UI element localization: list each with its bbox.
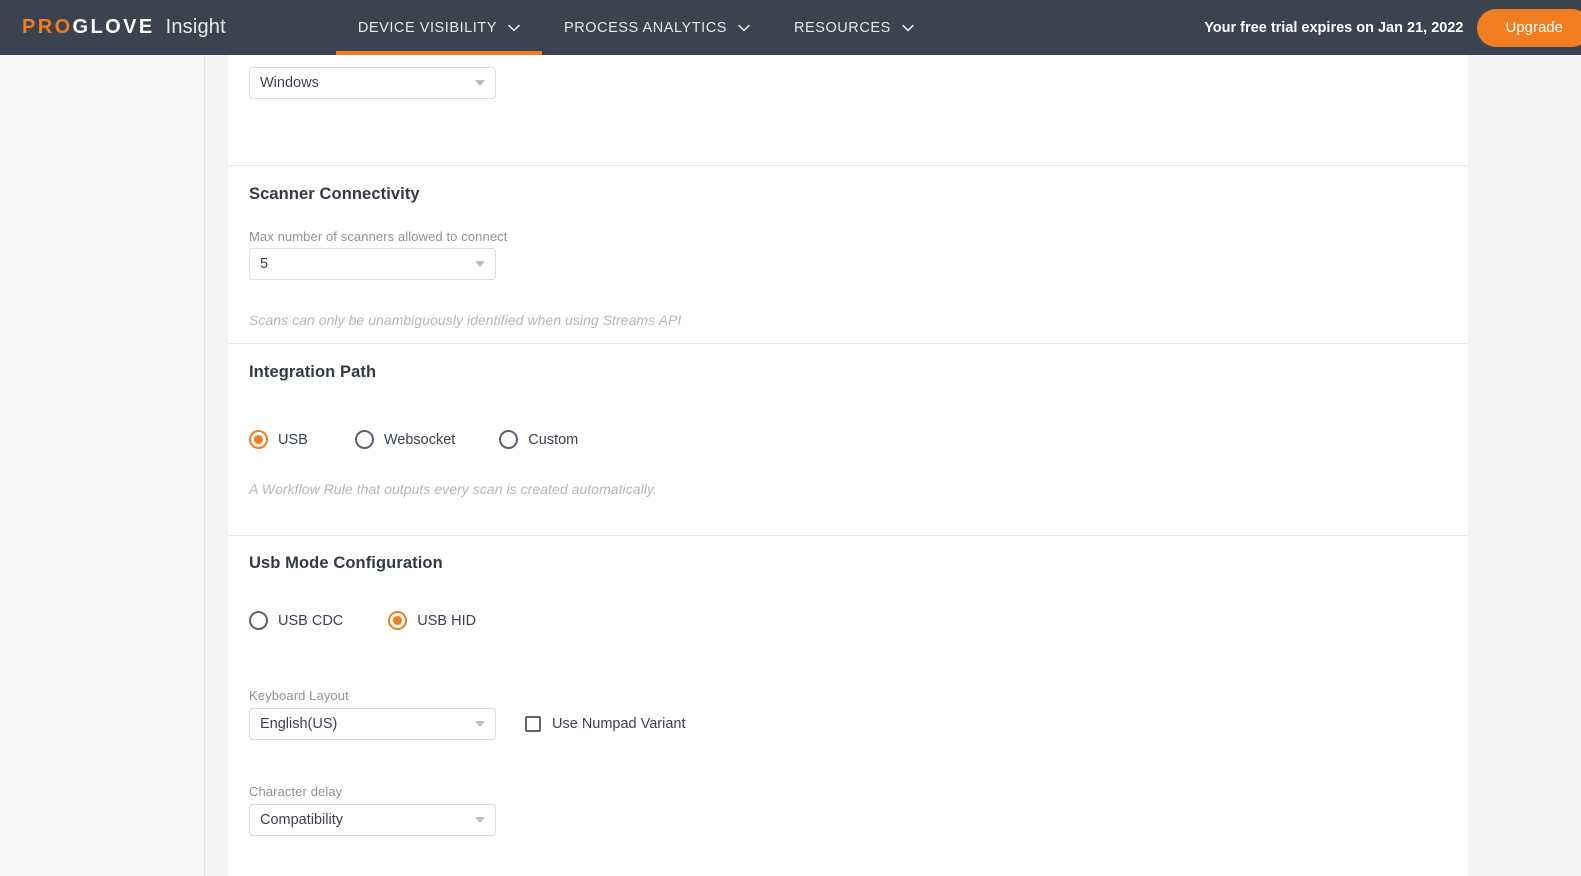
section-usb-mode-configuration: Usb Mode Configuration USB CDC USB HID K… bbox=[228, 535, 1468, 876]
integration-path-hint: A Workflow Rule that outputs every scan … bbox=[249, 481, 657, 497]
radio-option-websocket[interactable]: Websocket bbox=[354, 430, 456, 449]
radio-label: Custom bbox=[528, 431, 579, 448]
scanner-connectivity-hint: Scans can only be unambiguously identifi… bbox=[249, 312, 682, 328]
radio-label: Websocket bbox=[383, 431, 456, 448]
character-delay-label: Character delay bbox=[249, 784, 343, 799]
chevron-down-icon bbox=[508, 20, 520, 36]
radio-option-usb-cdc[interactable]: USB CDC bbox=[249, 611, 343, 630]
nav-item-label: PROCESS ANALYTICS bbox=[563, 19, 727, 36]
chevron-down-icon bbox=[738, 20, 750, 36]
max-scanners-select-value: 5 bbox=[260, 256, 269, 272]
radio-label: USB CDC bbox=[278, 612, 344, 629]
chevron-down-glyph bbox=[508, 24, 520, 31]
brand-logo[interactable]: PRO GLOVE Insight bbox=[22, 16, 226, 39]
use-numpad-variant-checkbox[interactable]: Use Numpad Variant bbox=[525, 716, 686, 732]
max-scanners-select[interactable]: 5 bbox=[249, 248, 496, 280]
upgrade-button[interactable]: Upgrade bbox=[1477, 8, 1581, 47]
radio-mark-icon bbox=[249, 430, 268, 449]
chevron-down-icon bbox=[475, 817, 485, 823]
primary-nav: DEVICE VISIBILITY PROCESS ANALYTICS RESO… bbox=[335, 0, 936, 55]
platform-select-value: Windows bbox=[260, 75, 319, 91]
topnav-right-group: Your free trial expires on Jan 21, 2022 … bbox=[1204, 8, 1581, 47]
radio-label: USB HID bbox=[417, 612, 477, 629]
character-delay-select-value: Compatibility bbox=[260, 812, 343, 828]
radio-option-usb-hid[interactable]: USB HID bbox=[388, 611, 476, 630]
chevron-down-icon bbox=[475, 721, 485, 727]
settings-card: Windows Scanner Connectivity Max number … bbox=[228, 55, 1468, 876]
radio-mark-icon bbox=[249, 611, 268, 630]
nav-item-process-analytics[interactable]: PROCESS ANALYTICS bbox=[542, 0, 772, 55]
character-delay-select[interactable]: Compatibility bbox=[249, 804, 496, 836]
radio-mark-icon bbox=[499, 430, 519, 449]
integration-path-radio-group: USB Websocket Custom bbox=[249, 430, 578, 449]
nav-item-label: RESOURCES bbox=[793, 19, 891, 36]
keyboard-layout-select[interactable]: English(US) bbox=[249, 708, 496, 740]
brand-pro-text: PRO bbox=[22, 16, 73, 38]
platform-select[interactable]: Windows bbox=[249, 67, 496, 99]
radio-mark-icon bbox=[354, 430, 374, 449]
free-trial-notice: Your free trial expires on Jan 21, 2022 bbox=[1204, 19, 1464, 36]
max-scanners-label: Max number of scanners allowed to connec… bbox=[249, 229, 508, 244]
section-platform: Windows bbox=[228, 55, 1468, 165]
radio-mark-icon bbox=[388, 611, 408, 630]
usb-mode-title: Usb Mode Configuration bbox=[249, 554, 443, 572]
chevron-down-icon bbox=[475, 261, 485, 267]
top-navigation-bar: PRO GLOVE Insight DEVICE VISIBILITY PROCE… bbox=[0, 0, 1581, 55]
radio-option-usb[interactable]: USB bbox=[249, 430, 308, 449]
checkbox-mark-icon bbox=[525, 716, 541, 732]
chevron-down-glyph bbox=[738, 24, 750, 31]
integration-path-title: Integration Path bbox=[249, 363, 377, 381]
nav-item-resources[interactable]: RESOURCES bbox=[772, 0, 936, 55]
brand-product-text: Insight bbox=[165, 16, 226, 38]
keyboard-layout-select-value: English(US) bbox=[260, 716, 338, 732]
section-scanner-connectivity: Scanner Connectivity Max number of scann… bbox=[228, 165, 1468, 343]
section-integration-path: Integration Path USB Websocket Custom A … bbox=[228, 343, 1468, 535]
chevron-down-icon bbox=[475, 80, 485, 86]
radio-label: USB bbox=[278, 431, 308, 448]
checkbox-label: Use Numpad Variant bbox=[552, 716, 686, 732]
left-sidebar-panel bbox=[0, 55, 205, 876]
scanner-connectivity-title: Scanner Connectivity bbox=[249, 185, 420, 203]
usb-mode-radio-group: USB CDC USB HID bbox=[249, 611, 476, 630]
chevron-down-icon bbox=[901, 20, 914, 36]
chevron-down-glyph bbox=[901, 24, 914, 31]
brand-glove-text: GLOVE bbox=[72, 16, 155, 38]
nav-item-label: DEVICE VISIBILITY bbox=[357, 19, 497, 36]
keyboard-layout-label: Keyboard Layout bbox=[249, 688, 349, 703]
page-body: Windows Scanner Connectivity Max number … bbox=[0, 55, 1581, 876]
nav-item-device-visibility[interactable]: DEVICE VISIBILITY bbox=[335, 0, 543, 55]
radio-option-custom[interactable]: Custom bbox=[499, 430, 578, 449]
